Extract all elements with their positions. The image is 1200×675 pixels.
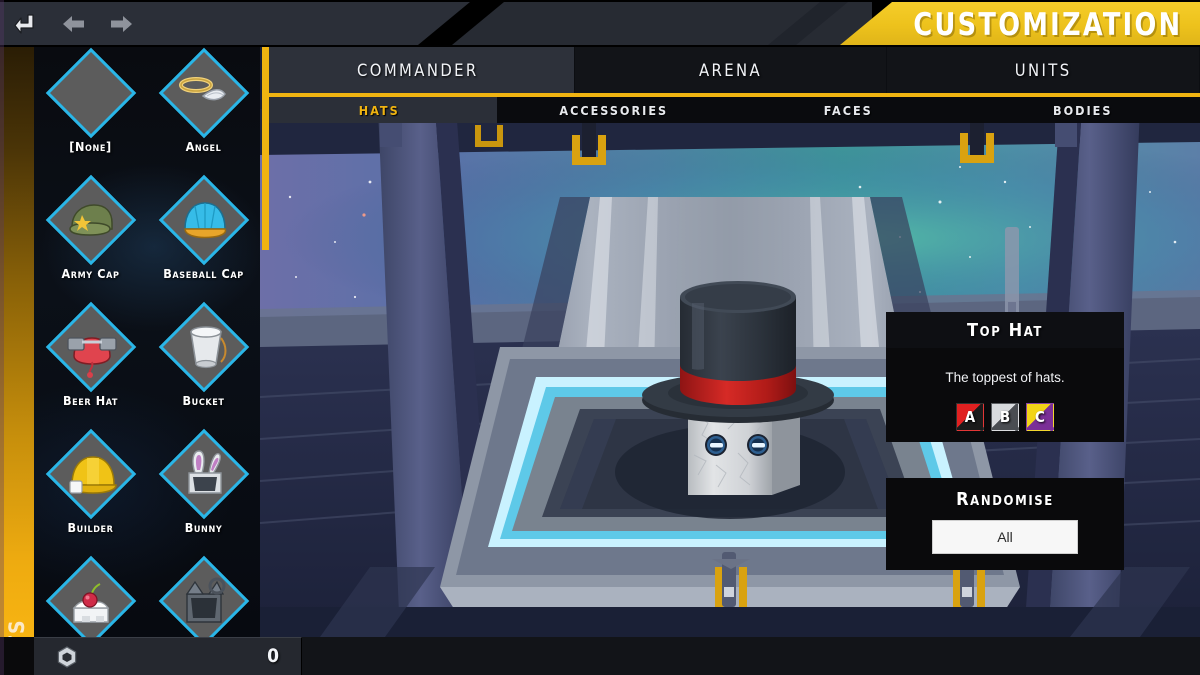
item-tile-frame: [158, 47, 249, 139]
screen-edge-accent: [0, 0, 4, 675]
color-swatch-c[interactable]: C: [1026, 403, 1054, 431]
angel-halo-wing-icon: [175, 64, 233, 122]
item-tile-frame: [45, 47, 136, 139]
randomise-panel: Randomise All: [886, 478, 1124, 570]
item-label: [None]: [69, 139, 112, 154]
item-tile-angel[interactable]: Angel: [147, 47, 260, 180]
color-swatch-b[interactable]: B: [991, 403, 1019, 431]
bottom-bar-plate: [302, 637, 1200, 675]
item-tile-bucket[interactable]: Bucket: [147, 301, 260, 434]
item-tile-frame: [45, 174, 136, 266]
item-tile-frame: [45, 301, 136, 393]
currency-value: 0: [267, 645, 279, 667]
bunny-ears-icon: [175, 445, 233, 503]
tab-accent-rail-top: [262, 47, 269, 93]
header-bar: CUSTOMIZATION: [0, 0, 1200, 47]
tab-underline: [262, 93, 1200, 97]
item-tile-cake[interactable]: [34, 555, 147, 637]
sub-tab-bar: HATS ACCESSORIES FACES BODIES: [262, 97, 1200, 123]
builder-helmet-icon: [62, 445, 120, 503]
item-tile-bunny[interactable]: Bunny: [147, 428, 260, 561]
item-tile-frame: [45, 428, 136, 520]
baseball-cap-icon: [175, 191, 233, 249]
item-info-title: Top Hat: [886, 312, 1124, 348]
item-tile-beer-hat[interactable]: Beer Hat: [34, 301, 147, 434]
item-tile-none[interactable]: [None]: [34, 47, 147, 180]
item-tile-frame: [158, 555, 249, 637]
undo-arrow-icon[interactable]: [13, 11, 41, 37]
item-label: Bunny: [184, 520, 223, 535]
color-swatch-letter: B: [999, 408, 1011, 426]
page-title: CUSTOMIZATION: [912, 7, 1182, 43]
army-cap-icon: [62, 191, 120, 249]
randomise-title: Randomise: [956, 488, 1054, 510]
item-info-panel: Top Hat The toppest of hats. A B C: [886, 312, 1124, 442]
item-label: Bucket: [182, 393, 225, 408]
customization-screen: CUSTOMIZATION COMMANDER ARENA UNITS HATS…: [0, 0, 1200, 675]
item-tile-frame: [158, 174, 249, 266]
subtab-faces[interactable]: FACES: [731, 97, 966, 123]
item-tile-frame: [45, 555, 136, 637]
item-label: Builder: [67, 520, 114, 535]
arrow-left-icon[interactable]: [60, 11, 88, 37]
bucket-icon: [175, 318, 233, 376]
randomise-all-button[interactable]: All: [932, 520, 1078, 554]
color-swatch-a[interactable]: A: [956, 403, 984, 431]
currency-display: 0: [34, 637, 302, 675]
cake-cherry-icon: [62, 572, 120, 630]
hex-nut-icon: [57, 646, 77, 668]
item-tile-frame: [158, 428, 249, 520]
main-tab-bar: COMMANDER ARENA UNITS: [262, 47, 1200, 93]
item-grid: [None] Angel Army Cap Baseball Cap Beer …: [34, 47, 260, 637]
arrow-right-glyph: [111, 16, 132, 32]
category-rail: HATS: [0, 47, 34, 675]
subtab-accessories[interactable]: ACCESSORIES: [497, 97, 732, 123]
bottom-bar: 0: [0, 637, 1200, 675]
item-tile-baseball-cap[interactable]: Baseball Cap: [147, 174, 260, 307]
item-info-description: The toppest of hats.: [945, 370, 1065, 385]
item-label: Beer Hat: [62, 393, 119, 408]
item-tile-army-cap[interactable]: Army Cap: [34, 174, 147, 307]
color-scheme-swatches: A B C: [886, 403, 1124, 431]
item-label: Baseball Cap: [163, 266, 244, 281]
tab-arena[interactable]: ARENA: [574, 47, 888, 93]
item-list-panel[interactable]: [None] Angel Army Cap Baseball Cap Beer …: [34, 47, 260, 637]
color-swatch-letter: A: [964, 408, 976, 426]
undo-arrow-glyph: [14, 14, 34, 34]
arrow-right-icon[interactable]: [107, 11, 135, 37]
beer-hat-icon: [62, 318, 120, 378]
arrow-left-glyph: [63, 16, 84, 32]
subtab-bodies[interactable]: BODIES: [966, 97, 1200, 123]
item-tile-builder[interactable]: Builder: [34, 428, 147, 561]
subtab-hats[interactable]: HATS: [262, 97, 497, 123]
item-tile-cat[interactable]: [147, 555, 260, 637]
empty-diamond-icon: [62, 64, 120, 122]
tab-commander[interactable]: COMMANDER: [262, 47, 575, 93]
color-swatch-letter: C: [1035, 408, 1045, 426]
item-label: Angel: [185, 139, 222, 154]
cat-helmet-icon: [175, 572, 233, 630]
item-label: Army Cap: [61, 266, 120, 281]
item-tile-frame: [158, 301, 249, 393]
tab-units[interactable]: UNITS: [887, 47, 1200, 93]
